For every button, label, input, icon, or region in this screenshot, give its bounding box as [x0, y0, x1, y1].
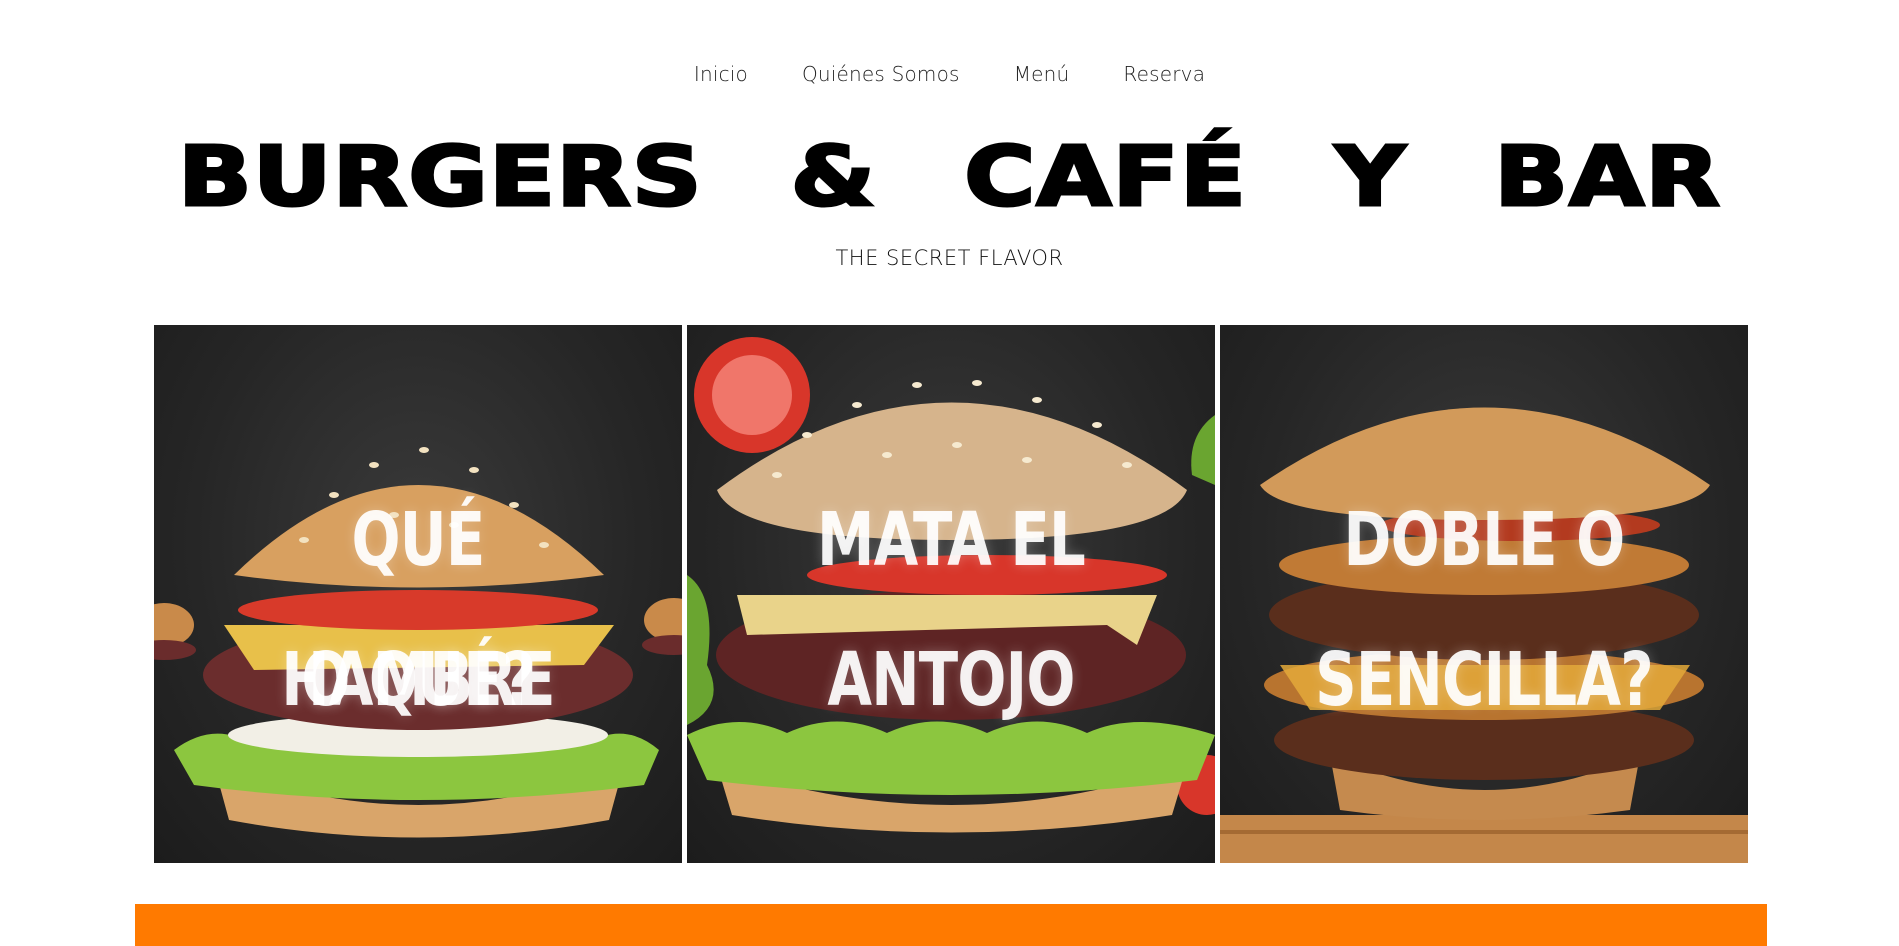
orange-accent-bar [135, 904, 1767, 946]
card-3-headline-line-1: DOBLE O [1343, 497, 1626, 583]
main-nav: Inicio Quiénes Somos Menú Reserva [0, 62, 1899, 86]
page: Inicio Quiénes Somos Menú Reserva BURGER… [0, 0, 1899, 946]
card-2-headline-line-2: ANTOJO [827, 637, 1075, 723]
site-title: BURGERS & CAFÉ Y BAR [176, 129, 1721, 227]
card-1-headline-line-2: O QUÉ? [301, 637, 535, 723]
nav-item-menu[interactable]: Menú [1014, 62, 1070, 86]
gallery-card-2[interactable]: MATA EL ANTOJO [687, 325, 1215, 863]
nav-item-quienes-somos[interactable]: Quiénes Somos [802, 62, 960, 86]
gallery-card-3[interactable]: DOBLE O SENCILLA? [1220, 325, 1748, 863]
nav-item-inicio[interactable]: Inicio [694, 62, 748, 86]
site-tagline: THE SECRET FLAVOR [835, 246, 1064, 270]
gallery-card-1[interactable]: QUÉ HAMBRE O QUÉ? [154, 325, 682, 863]
nav-item-reserva[interactable]: Reserva [1123, 62, 1205, 86]
card-3-headline-line-2: SENCILLA? [1315, 637, 1654, 723]
burger-gallery: QUÉ HAMBRE O QUÉ? MATA EL ANTOJO DOBLE O… [154, 325, 1748, 863]
card-2-headline-line-1: MATA EL [816, 497, 1086, 583]
